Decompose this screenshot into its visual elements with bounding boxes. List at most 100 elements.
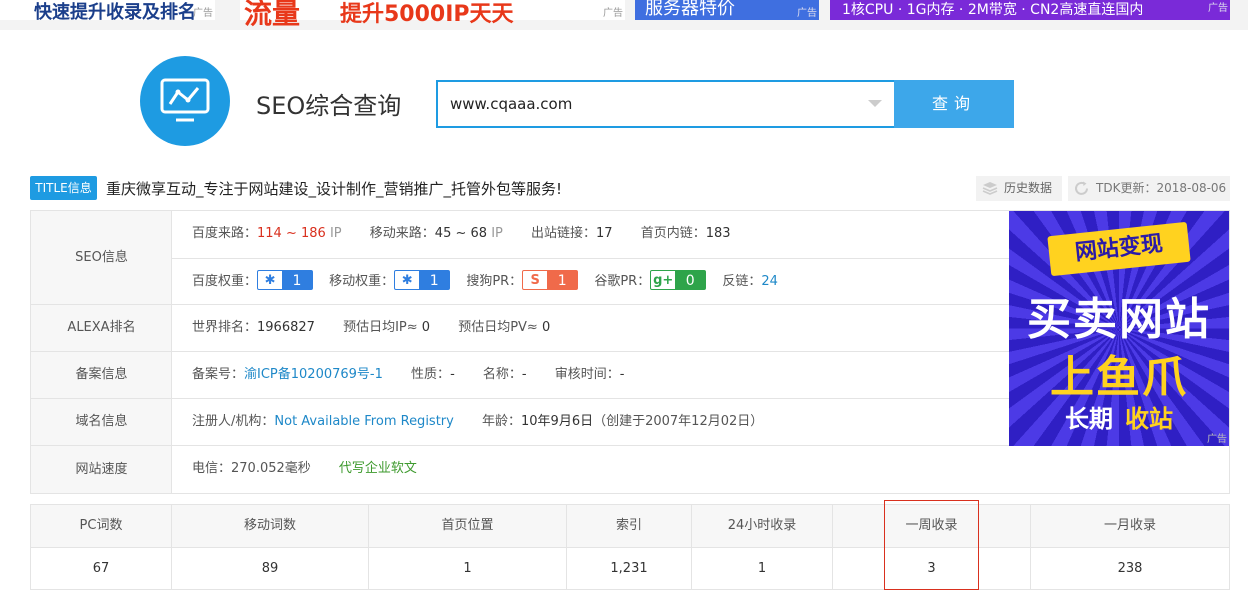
sogou-value: 1 <box>557 273 567 289</box>
created-text: （创建于2007年12月02日） <box>593 414 764 429</box>
side-ad-line4b: 收站 <box>1125 405 1173 433</box>
sogou-label: 搜狗PR： <box>466 274 523 289</box>
ad-banner-3-text: 服务器特价 <box>645 0 735 19</box>
icp-review-label: 审核时间： <box>554 367 620 382</box>
stats-header-cell: 索引 <box>567 505 692 547</box>
index-stats-table: PC词数 移动词数 首页位置 索引 24小时收录 一周收录 一月收录 67 89… <box>30 504 1230 590</box>
mobile-source: 移动来路：45 ~ 68 IP <box>370 211 503 257</box>
google-pr-badge[interactable]: g+ 0 <box>650 270 707 290</box>
sogou-icon: S <box>523 271 548 289</box>
row-label: 网站速度 <box>31 446 172 493</box>
indexed-month-value[interactable]: 238 <box>1031 548 1229 590</box>
tdk-update-button[interactable]: TDK更新：2018-08-06 <box>1068 176 1230 201</box>
daily-pv: 预估日均PV≈ 0 <box>458 305 550 351</box>
mobile-keywords-value[interactable]: 89 <box>172 548 369 590</box>
ad-banner-3[interactable]: 服务器特价 广告 <box>635 0 819 20</box>
ad-tag: 广告 <box>603 8 623 19</box>
paw-icon: ✱ <box>258 271 283 289</box>
age-label: 年龄： <box>481 414 521 429</box>
icp-line: 备案号：渝ICP备10200769号-1 性质：- 名称：- 审核时间：- <box>192 352 648 398</box>
stats-header-cell: 移动词数 <box>172 505 369 547</box>
domain-line: 注册人/机构：Not Available From Registry 年龄：10… <box>192 399 787 445</box>
ad-banner-2[interactable]: 流量 提升5000IP天天 广告 <box>240 0 625 30</box>
registrant-link[interactable]: Not Available From Registry <box>274 414 453 429</box>
mobile-weight-badge[interactable]: ✱ 1 <box>394 270 451 290</box>
index-value[interactable]: 1,231 <box>567 548 692 590</box>
ad-banner-1[interactable]: 快速提升收录及排名 广告 <box>0 0 215 23</box>
daily-ip-value: 0 <box>421 320 431 335</box>
stats-header-row: PC词数 移动词数 首页位置 索引 24小时收录 一周收录 一月收录 <box>31 505 1229 548</box>
baidu-weight-label: 百度权重： <box>192 274 258 289</box>
baidu-weight: 百度权重： ✱ 1 <box>192 259 314 305</box>
ip-unit: IP <box>329 226 342 241</box>
telecom-speed: 电信：270.052毫秒 <box>192 446 311 492</box>
world-rank-label: 世界排名： <box>192 320 258 335</box>
title-badge: TITLE信息 <box>30 176 97 200</box>
side-ad-line1: 网站变现 <box>1047 221 1191 277</box>
history-data-button[interactable]: 历史数据 <box>976 176 1062 201</box>
seo-weight-line: 百度权重： ✱ 1 移动权重： ✱ 1 搜狗PR： S 1 谷歌PR： g+ 0 反链：24 <box>192 259 802 305</box>
row-label: 备案信息 <box>31 352 172 398</box>
monitor-chart-icon <box>160 78 210 122</box>
registrant-label: 注册人/机构： <box>192 414 275 429</box>
pc-keywords-value[interactable]: 67 <box>31 548 172 590</box>
stats-header-cell: 首页位置 <box>369 505 567 547</box>
world-rank: 世界排名：1966827 <box>192 305 315 351</box>
page-title: SEO综合查询 <box>256 92 402 120</box>
stats-header-cell: PC词数 <box>31 505 172 547</box>
homepage-position-value: 1 <box>369 548 567 590</box>
chevron-down-icon[interactable] <box>868 100 882 107</box>
week-index-highlight-box <box>884 500 979 590</box>
baidu-source-label: 百度来路： <box>192 226 258 241</box>
backlinks-value[interactable]: 24 <box>761 274 778 289</box>
icp-number-label: 备案号： <box>192 367 245 382</box>
mobile-source-label: 移动来路： <box>369 226 435 241</box>
mobile-weight-label: 移动权重： <box>329 274 395 289</box>
side-ad-banner[interactable]: 网站变现 买卖网站 上鱼爪 长期 收站 广告 <box>1009 211 1229 446</box>
ad-tag: 广告 <box>1207 434 1227 445</box>
stats-header-cell: 24小时收录 <box>692 505 833 547</box>
ad-tag: 广告 <box>193 8 213 19</box>
search-input[interactable] <box>450 91 850 117</box>
softarticle-link[interactable]: 代写企业软文 <box>339 446 417 492</box>
indexed-24h-value[interactable]: 1 <box>692 548 833 590</box>
outlinks: 出站链接：17 <box>531 211 613 257</box>
seo-logo[interactable] <box>140 56 230 146</box>
side-ad-line4a: 长期 <box>1065 405 1113 433</box>
inlinks: 首页内链：183 <box>641 211 731 257</box>
domain-label: 域名信息 <box>75 414 128 429</box>
seo-info-row: SEO信息 百度来路：114 ~ 186 IP 移动来路：45 ~ 68 IP … <box>31 211 1009 305</box>
icp-review-value: - <box>619 367 625 382</box>
tdk-label: TDK更新： <box>1096 181 1157 195</box>
row-label: 域名信息 <box>31 399 172 445</box>
icp-review: 审核时间：- <box>555 352 625 398</box>
sogou-pr-badge[interactable]: S1 <box>522 270 579 290</box>
icp-label: 备案信息 <box>75 367 128 382</box>
tdk-date: 2018-08-06 <box>1156 181 1227 195</box>
baidu-weight-value: 1 <box>292 273 302 289</box>
icp-number-link[interactable]: 渝ICP备10200769号-1 <box>244 367 383 382</box>
speed-row: 网站速度 电信：270.052毫秒 代写企业软文 <box>31 446 1229 493</box>
baidu-source: 百度来路：114 ~ 186 IP <box>192 211 342 257</box>
icp-nature: 性质：- <box>411 352 455 398</box>
backlinks-label: 反链： <box>722 274 762 289</box>
baidu-weight-badge[interactable]: ✱ 1 <box>257 270 314 290</box>
daily-ip: 预估日均IP≈ 0 <box>343 305 430 351</box>
search-box[interactable] <box>436 80 894 128</box>
row-label: ALEXA排名 <box>31 305 172 351</box>
speed-label: 网站速度 <box>75 461 128 477</box>
registrant: 注册人/机构：Not Available From Registry <box>192 399 454 445</box>
telecom-value: 270.052毫秒 <box>231 461 311 476</box>
ad-tag: 广告 <box>797 8 817 19</box>
ad-banner-4[interactable]: 1核CPU · 1G内存 · 2M带宽 · CN2高速直连国内 广告 <box>830 0 1230 20</box>
inlinks-label: 首页内链： <box>640 226 706 241</box>
daily-ip-label: 预估日均IP≈ <box>343 320 418 335</box>
ad-banner-2-text: 提升5000IP天天 <box>340 2 514 27</box>
layers-icon <box>982 182 998 195</box>
ad-banner-2-big: 流量 <box>244 0 301 30</box>
search-button[interactable]: 查询 <box>894 80 1014 128</box>
daily-pv-value: 0 <box>541 320 551 335</box>
mobile-source-value: 45 ~ 68 <box>434 226 488 241</box>
refresh-icon <box>1075 181 1088 195</box>
alexa-row: ALEXA排名 世界排名：1966827 预估日均IP≈ 0 预估日均PV≈ 0 <box>31 305 1009 352</box>
